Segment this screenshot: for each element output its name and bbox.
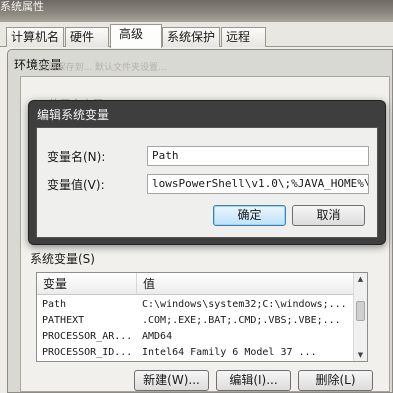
cancel-button[interactable]: 取消 — [292, 205, 365, 226]
system-properties-titlebar: 系统属性 — [0, 0, 393, 22]
variable-value-label: 变量值(V): — [47, 178, 105, 192]
scroll-down-icon[interactable]: ▼ — [354, 349, 367, 361]
edit-dialog-client: 变量名(N): Path 变量值(V): lowsPowerShell\v1.0… — [36, 127, 378, 238]
system-variables-table[interactable]: 变量 值 Path C:\windows\system32;C:\windows… — [36, 272, 368, 362]
edit-system-variable-dialog: 编辑系统变量 变量名(N): Path 变量值(V): lowsPowerShe… — [28, 100, 386, 245]
system-properties-tabbar: 计算机名 硬件 高级 系统保护 远程 — [0, 22, 393, 48]
table-header: 变量 值 — [37, 273, 367, 295]
row-name: Path — [42, 299, 67, 310]
tab-system-protection[interactable]: 系统保护 — [162, 27, 220, 47]
system-properties-title: 系统属性 — [0, 0, 44, 13]
scroll-up-icon[interactable]: ▲ — [354, 273, 367, 286]
system-variables-label: 系统变量(S) — [30, 252, 95, 266]
row-name: PROCESSOR_AR... — [42, 331, 133, 342]
table-row[interactable]: PROCESSOR_AR... AMD64 — [37, 329, 355, 344]
table-scrollbar[interactable]: ▲ ▼ — [353, 273, 367, 361]
tab-hardware[interactable]: 硬件 — [65, 27, 109, 47]
column-header-variable[interactable]: 变量 — [37, 273, 137, 295]
row-name: PATHEXT — [42, 315, 85, 326]
scroll-thumb[interactable] — [356, 301, 365, 321]
row-value: Intel64 Family 6 Model 37 ... — [142, 347, 317, 358]
table-row[interactable]: PROCESSOR_ID... Intel64 Family 6 Model 3… — [37, 345, 355, 360]
delete-variable-button[interactable]: 删除(L) — [298, 370, 373, 391]
new-variable-button[interactable]: 新建(W)... — [134, 370, 209, 391]
variable-name-input[interactable]: Path — [147, 146, 369, 166]
blurred-text: ...自动保存到... 默认文件夹设置... — [30, 63, 167, 73]
edit-dialog-title: 编辑系统变量 — [37, 108, 110, 122]
table-row[interactable]: PATHEXT .COM;.EXE;.BAT;.CMD;.VBS;.VBE;..… — [37, 313, 355, 328]
variable-name-label: 变量名(N): — [47, 150, 106, 164]
row-value: AMD64 — [142, 331, 173, 342]
ok-button[interactable]: 确定 — [213, 205, 286, 226]
tab-computer-name[interactable]: 计算机名 — [6, 27, 64, 47]
tab-advanced[interactable]: 高级 — [110, 24, 162, 48]
column-header-value[interactable]: 值 — [137, 273, 355, 295]
variable-value-input[interactable]: lowsPowerShell\v1.0\;%JAVA_HOME%\bin — [147, 174, 369, 194]
row-value: .COM;.EXE;.BAT;.CMD;.VBS;.VBE;... — [142, 315, 341, 326]
edit-variable-button[interactable]: 编辑(I)... — [216, 370, 291, 391]
row-value: C:\windows\system32;C:\windows;... — [142, 299, 347, 310]
table-row[interactable]: Path C:\windows\system32;C:\windows;... — [37, 297, 355, 312]
tab-remote[interactable]: 远程 — [221, 27, 266, 47]
row-name: PROCESSOR_ID... — [42, 347, 133, 358]
